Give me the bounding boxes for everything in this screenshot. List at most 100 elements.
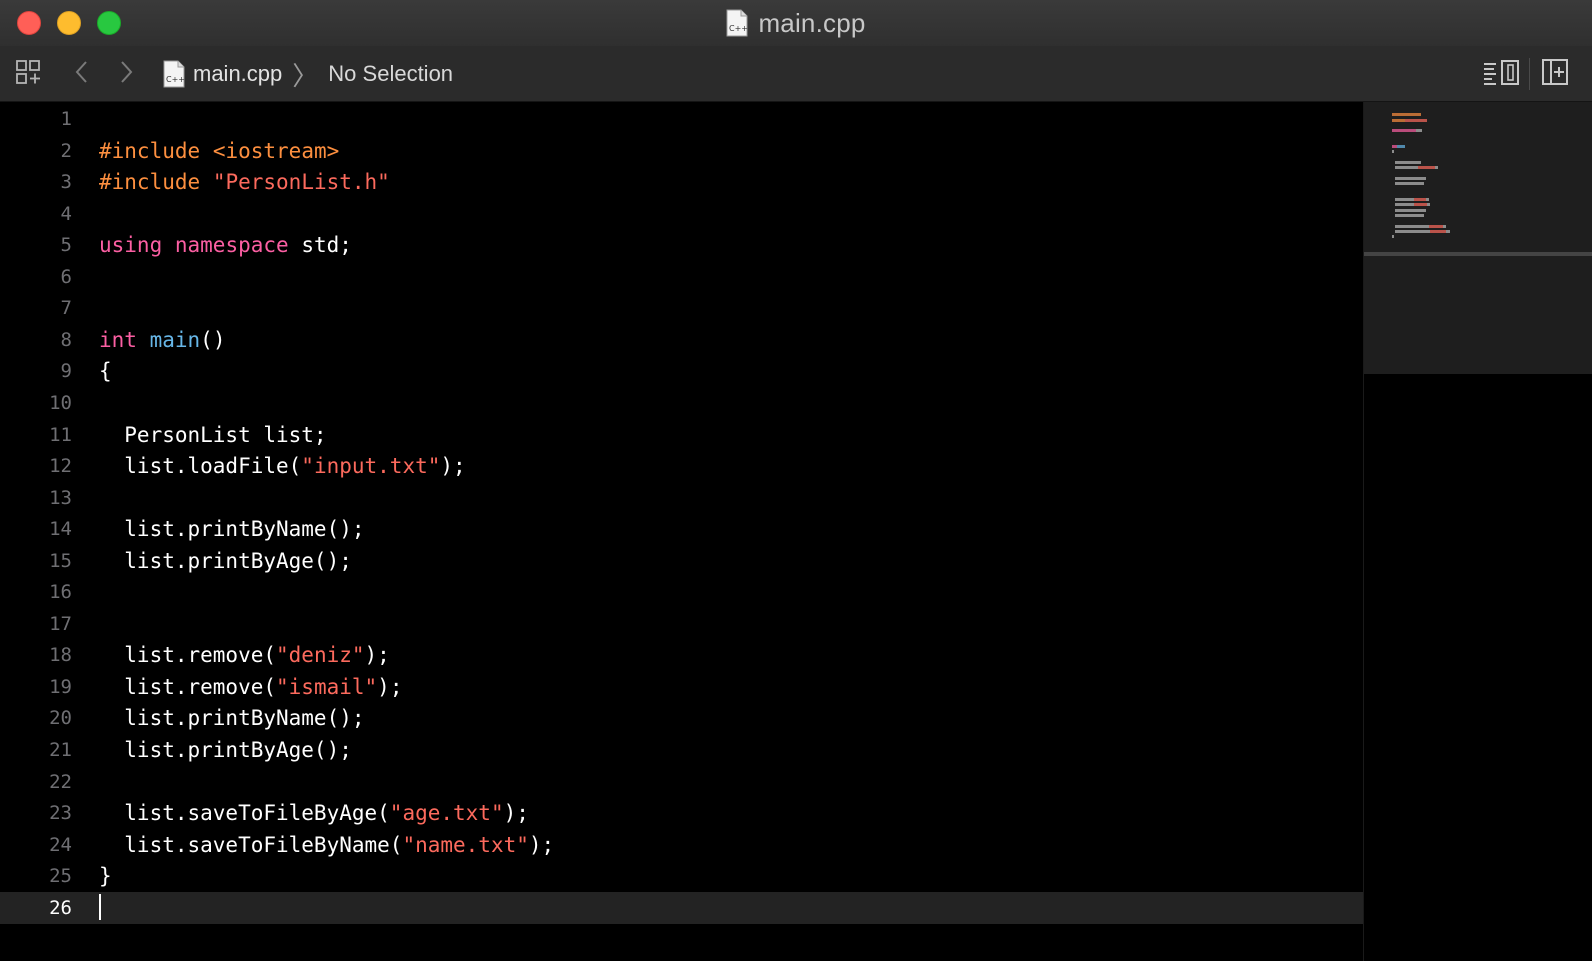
minimize-window-button[interactable] [57,11,81,35]
code-text[interactable]: #include "PersonList.h" [99,166,390,198]
line-number: 21 [49,739,72,761]
code-text[interactable] [99,892,101,924]
line-number: 18 [49,644,72,667]
code-line[interactable]: 11 PersonList list; [0,419,1363,451]
toolbar-divider [1529,58,1530,90]
line-number: 8 [60,328,72,351]
code-text[interactable]: #include <iostream> [99,135,339,167]
code-text[interactable]: list.printByName(); [99,702,364,734]
code-text[interactable]: PersonList list; [99,419,326,451]
code-line[interactable]: 12 list.loadFile("input.txt"); [0,450,1363,482]
code-line[interactable]: 3 #include "PersonList.h" [0,166,1363,198]
line-number: 10 [49,391,72,414]
chevron-left-icon [73,58,91,91]
code-line[interactable]: 22 [0,766,1363,798]
editor-options-icon [1482,58,1522,91]
line-number: 23 [49,802,72,825]
code-line[interactable]: 4 [0,198,1363,230]
minimap-line [1414,203,1428,207]
code-text[interactable]: int main() [99,324,225,356]
add-editor-button[interactable] [1540,58,1570,90]
code-line[interactable]: 20 list.printByName(); [0,702,1363,734]
code-line[interactable]: 10 [0,387,1363,419]
code-line[interactable]: 2 #include <iostream> [0,135,1363,167]
code-text[interactable]: { [99,355,112,387]
code-text[interactable]: list.printByAge(); [99,545,352,577]
code-line[interactable]: 6 [0,261,1363,293]
minimap-line [1395,224,1429,228]
code-line[interactable]: 18 list.remove("deniz"); [0,639,1363,671]
window-title: main.cpp [758,7,866,38]
code-line[interactable]: 13 [0,482,1363,514]
code-line[interactable]: 21 list.printByAge(); [0,734,1363,766]
breadcrumb-file[interactable]: main.cpp [193,61,282,87]
code-line[interactable]: 1 [0,103,1363,135]
minimap-line [1392,150,1394,154]
minimap-visible-region[interactable] [1364,102,1592,374]
add-editor-icon [1541,58,1569,91]
code-line[interactable]: 5 using namespace std; [0,229,1363,261]
minimap-line [1395,176,1426,180]
code-line[interactable]: 8 int main() [0,324,1363,356]
minimap-line [1395,229,1431,233]
line-number: 3 [60,171,72,194]
jump-bar: C++ main.cpp 〉 No Selection [0,46,1592,102]
code-line[interactable]: 17 [0,608,1363,640]
line-number: 7 [60,297,72,320]
close-window-button[interactable] [17,11,41,35]
source-editor[interactable]: 1 2 #include <iostream> 3 #include "PersonLi… [0,102,1363,961]
back-button[interactable] [70,58,94,90]
code-text[interactable]: } [99,860,112,892]
editor-options-button[interactable] [1482,58,1522,90]
minimap-line [1395,198,1415,202]
minimap-line [1430,229,1447,233]
line-number: 11 [49,423,72,446]
forward-button[interactable] [114,58,138,90]
minimap[interactable] [1363,102,1592,961]
related-items-button[interactable] [14,58,44,90]
minimap-line [1395,166,1418,170]
line-number: 22 [49,770,72,793]
minimap-line [1392,235,1394,239]
breadcrumb-selection[interactable]: No Selection [328,61,453,87]
line-number: 6 [60,265,72,288]
code-line[interactable]: 7 [0,292,1363,324]
code-line[interactable]: 19 list.remove("ismail"); [0,671,1363,703]
zoom-window-button[interactable] [97,11,121,35]
code-text[interactable]: list.printByAge(); [99,734,352,766]
code-text[interactable]: list.saveToFileByName("name.txt"); [99,829,554,861]
line-number: 16 [49,581,72,604]
line-number: 15 [49,549,72,572]
code-text[interactable]: list.saveToFileByAge("age.txt"); [99,797,529,829]
minimap-line [1414,198,1426,202]
minimap-line [1395,182,1424,186]
code-text[interactable]: list.remove("deniz"); [99,639,390,671]
minimap-line [1395,203,1415,207]
code-line[interactable]: 16 [0,576,1363,608]
file-icon-label: C++ [729,24,748,33]
cpp-file-icon[interactable]: C++ [163,60,185,88]
code-text[interactable]: list.printByName(); [99,513,364,545]
line-number: 17 [49,612,72,635]
line-number: 2 [60,139,72,162]
code-text[interactable]: list.remove("ismail"); [99,671,402,703]
code-line[interactable]: 9{ [0,355,1363,387]
code-line[interactable]: 14 list.printByName(); [0,513,1363,545]
cpp-file-icon: C++ [726,9,748,37]
minimap-region-edge [1364,252,1592,256]
code-line[interactable]: 25} [0,860,1363,892]
code-text[interactable]: using namespace std; [99,229,352,261]
code-line[interactable]: 15 list.printByAge(); [0,545,1363,577]
minimap-line [1395,214,1424,217]
minimap-line [1425,198,1429,202]
minimap-line [1404,118,1428,122]
code-line[interactable]: 26 [0,891,1363,924]
line-number: 5 [60,234,72,257]
minimap-line [1392,113,1405,117]
line-number: 20 [49,707,72,730]
minimap-line [1428,224,1444,228]
code-line[interactable]: 24 list.saveToFileByName("name.txt"); [0,829,1363,861]
code-text[interactable]: list.loadFile("input.txt"); [99,450,465,482]
code-line[interactable]: 23 list.saveToFileByAge("age.txt"); [0,797,1363,829]
line-number: 9 [60,360,72,383]
